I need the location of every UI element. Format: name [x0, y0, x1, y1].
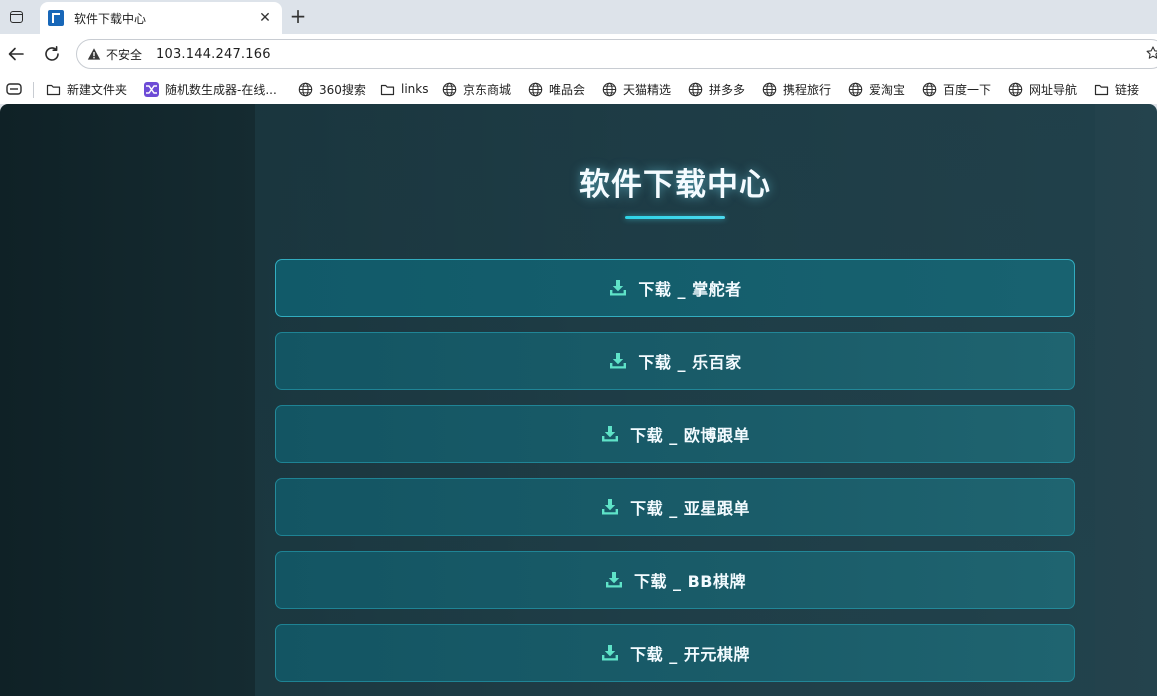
bookmark-item[interactable]: 百度一下 — [922, 79, 991, 99]
tab-close-icon[interactable]: ✕ — [256, 9, 274, 27]
new-tab-button[interactable]: + — [287, 5, 309, 27]
download-button[interactable]: 下载 _ 乐百家 — [275, 332, 1075, 390]
bookmarks-bar: 新建文件夹 随机数生成器-在线... 360搜索 links 京东商城 唯品会 天猫精选 拼多… — [0, 74, 1157, 104]
globe-icon — [848, 82, 863, 96]
download-panel: 软件下载中心 下载 _ 掌舵者 下载 _ 乐百家 下载 _ 欧博跟单 下载 _ 亚星跟… — [255, 104, 1095, 696]
globe-icon — [1008, 82, 1023, 96]
back-button[interactable] — [4, 42, 28, 66]
tab-strip: 软件下载中心 ✕ + — [0, 0, 1157, 34]
download-label: 下载 _ 乐百家 — [638, 353, 742, 372]
folder-icon — [46, 84, 61, 95]
bookmark-item[interactable]: 天猫精选 — [602, 79, 671, 99]
bookmark-item[interactable]: 网址导航 — [1008, 79, 1077, 99]
page-content: 软件下载中心 下载 _ 掌舵者 下载 _ 乐百家 下载 _ 欧博跟单 下载 _ 亚星跟… — [0, 104, 1157, 696]
download-icon — [610, 280, 627, 296]
bookmark-label: 随机数生成器-在线... — [165, 82, 277, 97]
download-button[interactable]: 下载 _ 掌舵者 — [275, 259, 1075, 317]
bookmark-label: 链接 — [1115, 82, 1140, 97]
page-title: 软件下载中心 — [579, 167, 771, 203]
bookmark-item[interactable]: 拼多多 — [688, 79, 745, 99]
bookmark-label: 新建文件夹 — [67, 82, 128, 97]
bookmark-label: 携程旅行 — [783, 82, 832, 97]
globe-icon — [602, 82, 617, 96]
tab-actions-button[interactable] — [6, 7, 26, 27]
bookmark-item[interactable]: 爱淘宝 — [848, 79, 905, 99]
bookmark-item[interactable]: 唯品会 — [528, 79, 585, 99]
site-favicon-icon — [48, 10, 64, 26]
download-button[interactable]: 下载 _ 开元棋牌 — [275, 624, 1075, 682]
globe-icon — [762, 82, 777, 96]
bookmark-star-icon[interactable] — [1146, 46, 1157, 60]
bookmarks-separator — [33, 82, 34, 98]
bookmark-item[interactable]: links — [380, 79, 428, 99]
browser-toolbar: 不安全 103.144.247.166 — [0, 34, 1157, 74]
globe-icon — [922, 82, 937, 96]
warning-icon — [87, 48, 101, 60]
folder-icon — [1094, 84, 1109, 95]
reload-button[interactable] — [40, 42, 64, 66]
address-bar[interactable]: 不安全 103.144.247.166 — [76, 39, 1157, 69]
bookmark-label: links — [401, 82, 429, 96]
window-icon — [9, 11, 23, 23]
sidebar-toggle-icon[interactable] — [6, 82, 22, 96]
url-text[interactable]: 103.144.247.166 — [156, 47, 271, 62]
tab-title: 软件下载中心 — [74, 11, 147, 26]
shuffle-icon — [144, 81, 159, 97]
download-label: 下载 _ 欧博跟单 — [630, 426, 750, 445]
download-button[interactable]: 下载 _ 亚星跟单 — [275, 478, 1075, 536]
bookmark-label: 天猫精选 — [623, 82, 672, 97]
download-button[interactable]: 下载 _ 欧博跟单 — [275, 405, 1075, 463]
bookmark-label: 京东商城 — [463, 82, 512, 97]
download-button[interactable]: 下载 _ BB棋牌 — [275, 551, 1075, 609]
bookmark-item[interactable]: 360搜索 — [298, 79, 366, 99]
download-icon — [602, 499, 619, 515]
globe-icon — [298, 82, 313, 96]
globe-icon — [442, 82, 457, 96]
reload-icon — [45, 46, 59, 61]
download-label: 下载 _ 掌舵者 — [638, 280, 742, 299]
title-underline — [625, 216, 725, 219]
globe-icon — [688, 82, 703, 96]
bookmark-label: 百度一下 — [943, 82, 992, 97]
download-label: 下载 _ BB棋牌 — [633, 572, 747, 591]
bookmark-label: 360搜索 — [319, 82, 366, 97]
bookmark-label: 网址导航 — [1029, 82, 1078, 97]
bookmark-item[interactable]: 新建文件夹 — [46, 79, 127, 99]
download-label: 下载 _ 亚星跟单 — [630, 499, 750, 518]
download-label: 下载 _ 开元棋牌 — [630, 645, 750, 664]
bookmark-item[interactable]: 随机数生成器-在线... — [144, 79, 277, 99]
download-icon — [605, 572, 622, 588]
security-status[interactable]: 不安全 — [106, 46, 142, 63]
bookmark-label: 爱淘宝 — [869, 82, 906, 97]
download-icon — [610, 353, 627, 369]
bookmark-label: 唯品会 — [549, 82, 586, 97]
arrow-left-icon — [8, 47, 24, 61]
bookmark-item[interactable]: 京东商城 — [442, 79, 511, 99]
bookmark-label: 拼多多 — [709, 82, 746, 97]
bookmark-item[interactable]: 携程旅行 — [762, 79, 831, 99]
bookmark-item[interactable]: 链接 — [1094, 79, 1139, 99]
globe-icon — [528, 82, 543, 96]
download-icon — [602, 426, 619, 442]
browser-tab[interactable]: 软件下载中心 ✕ — [40, 2, 282, 34]
folder-icon — [380, 84, 395, 95]
download-icon — [602, 645, 619, 661]
